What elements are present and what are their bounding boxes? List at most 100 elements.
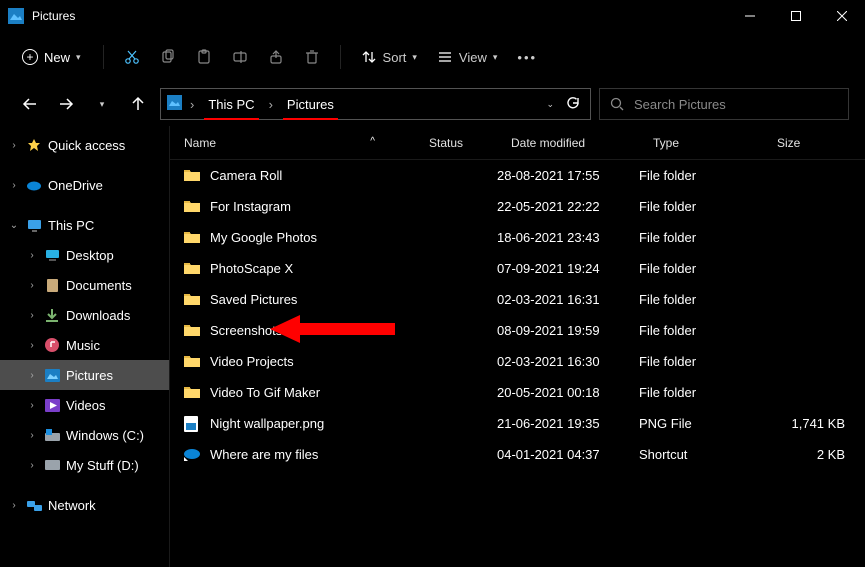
music-icon — [44, 337, 60, 353]
sidebar-item-pictures[interactable]: › Pictures — [0, 360, 169, 390]
new-button[interactable]: + New ▾ — [16, 40, 91, 74]
share-button[interactable] — [260, 40, 292, 74]
column-label: Date modified — [511, 136, 585, 150]
maximize-button[interactable] — [773, 0, 819, 32]
file-row[interactable]: PhotoScape X07-09-2021 19:24File folder — [170, 253, 865, 284]
back-button[interactable] — [16, 90, 44, 118]
minimize-button[interactable] — [727, 0, 773, 32]
column-label: Status — [429, 136, 463, 150]
sort-icon — [361, 49, 377, 65]
address-dropdown[interactable]: ⌄ — [546, 99, 554, 110]
file-type: Shortcut — [639, 447, 763, 462]
column-header-size[interactable]: Size — [763, 136, 865, 150]
file-date: 21-06-2021 19:35 — [497, 416, 639, 431]
file-row[interactable]: Night wallpaper.png21-06-2021 19:35PNG F… — [170, 408, 865, 439]
sidebar-item-videos[interactable]: › Videos — [0, 390, 169, 420]
chevron-down-icon: ▾ — [76, 52, 81, 63]
file-name: Where are my files — [210, 447, 318, 462]
column-label: Type — [653, 136, 679, 150]
drive-icon — [44, 427, 60, 443]
annotation-underline — [283, 118, 338, 120]
search-placeholder: Search Pictures — [634, 97, 726, 112]
file-row[interactable]: Saved Pictures02-03-2021 16:31File folde… — [170, 284, 865, 315]
breadcrumb-label: Pictures — [287, 97, 334, 112]
sidebar-item-onedrive[interactable]: › OneDrive — [0, 170, 169, 200]
address-right: ⌄ — [546, 96, 584, 113]
file-name: PhotoScape X — [210, 261, 293, 276]
rename-button[interactable] — [224, 40, 256, 74]
cloud-icon — [26, 177, 42, 193]
more-button[interactable]: ••• — [509, 40, 545, 74]
file-row[interactable]: Screenshots08-09-2021 19:59File folder — [170, 315, 865, 346]
search-icon — [610, 97, 624, 111]
view-button[interactable]: View ▾ — [429, 40, 505, 74]
file-row[interactable]: My Google Photos18-06-2021 23:43File fol… — [170, 222, 865, 253]
drive-icon — [44, 457, 60, 473]
pc-icon — [26, 217, 42, 233]
delete-button[interactable] — [296, 40, 328, 74]
file-date: 04-01-2021 04:37 — [497, 447, 639, 462]
history-dropdown[interactable]: ▾ — [88, 90, 116, 118]
chevron-right-icon: › — [190, 97, 194, 112]
sidebar-item-label: My Stuff (D:) — [66, 458, 139, 473]
sidebar-item-desktop[interactable]: › Desktop — [0, 240, 169, 270]
documents-icon — [44, 277, 60, 293]
forward-button[interactable] — [52, 90, 80, 118]
sidebar-item-label: Quick access — [48, 138, 125, 153]
sidebar-item-network[interactable]: › Network — [0, 490, 169, 520]
file-date: 02-03-2021 16:31 — [497, 292, 639, 307]
sidebar-item-music[interactable]: › Music — [0, 330, 169, 360]
titlebar: Pictures — [0, 0, 865, 32]
file-row[interactable]: Where are my files 04-01-2021 04:37Shortc… — [170, 439, 865, 470]
file-date: 02-03-2021 16:30 — [497, 354, 639, 369]
file-name: Video To Gif Maker — [210, 385, 320, 400]
file-row[interactable]: Camera Roll28-08-2021 17:55File folder — [170, 160, 865, 191]
folder-icon — [184, 261, 200, 277]
divider — [340, 45, 341, 69]
desktop-icon — [44, 247, 60, 263]
breadcrumb-this-pc[interactable]: This PC — [202, 95, 260, 114]
copy-button[interactable] — [152, 40, 184, 74]
sort-button[interactable]: Sort ▾ — [353, 40, 425, 74]
file-type: PNG File — [639, 416, 763, 431]
close-button[interactable] — [819, 0, 865, 32]
column-header-status[interactable]: Status — [415, 136, 497, 150]
paste-button[interactable] — [188, 40, 220, 74]
sidebar-item-label: Pictures — [66, 368, 113, 383]
sidebar-item-downloads[interactable]: › Downloads — [0, 300, 169, 330]
sidebar-item-documents[interactable]: › Documents — [0, 270, 169, 300]
column-header-type[interactable]: Type — [639, 136, 763, 150]
window-title: Pictures — [32, 9, 727, 23]
file-row[interactable]: Video To Gif Maker20-05-2021 00:18File f… — [170, 377, 865, 408]
column-header-name[interactable]: Name ^ — [170, 136, 415, 150]
cut-button[interactable] — [116, 40, 148, 74]
refresh-button[interactable] — [566, 96, 580, 113]
up-button[interactable] — [124, 90, 152, 118]
sidebar-item-my-stuff-d[interactable]: › My Stuff (D:) — [0, 450, 169, 480]
file-name: For Instagram — [210, 199, 291, 214]
sidebar-item-label: Desktop — [66, 248, 114, 263]
file-date: 20-05-2021 00:18 — [497, 385, 639, 400]
file-type: File folder — [639, 261, 763, 276]
file-row[interactable]: Video Projects02-03-2021 16:30File folde… — [170, 346, 865, 377]
search-input[interactable]: Search Pictures — [599, 88, 849, 120]
breadcrumb-pictures[interactable]: Pictures — [281, 95, 340, 114]
plus-icon: + — [22, 49, 38, 65]
sidebar-item-quick-access[interactable]: › Quick access — [0, 130, 169, 160]
sidebar-item-label: Videos — [66, 398, 106, 413]
view-label: View — [459, 50, 487, 65]
folder-icon — [184, 354, 200, 370]
sidebar-item-windows-c[interactable]: › Windows (C:) — [0, 420, 169, 450]
file-pane: Name ^ Status Date modified Type Size Ca… — [170, 126, 865, 567]
file-row[interactable]: For Instagram22-05-2021 22:22File folder — [170, 191, 865, 222]
file-name: My Google Photos — [210, 230, 317, 245]
file-name: Screenshots — [210, 323, 282, 338]
file-list: Camera Roll28-08-2021 17:55File folderFo… — [170, 160, 865, 470]
sort-indicator-icon: ^ — [370, 136, 375, 147]
address-bar[interactable]: › This PC › Pictures ⌄ — [160, 88, 591, 120]
sidebar-item-this-pc[interactable]: ⌄ This PC — [0, 210, 169, 240]
column-header-date[interactable]: Date modified — [497, 136, 639, 150]
chevron-down-icon: ▾ — [412, 52, 417, 63]
chevron-right-icon: › — [8, 140, 20, 151]
file-size: 2 KB — [763, 447, 865, 462]
